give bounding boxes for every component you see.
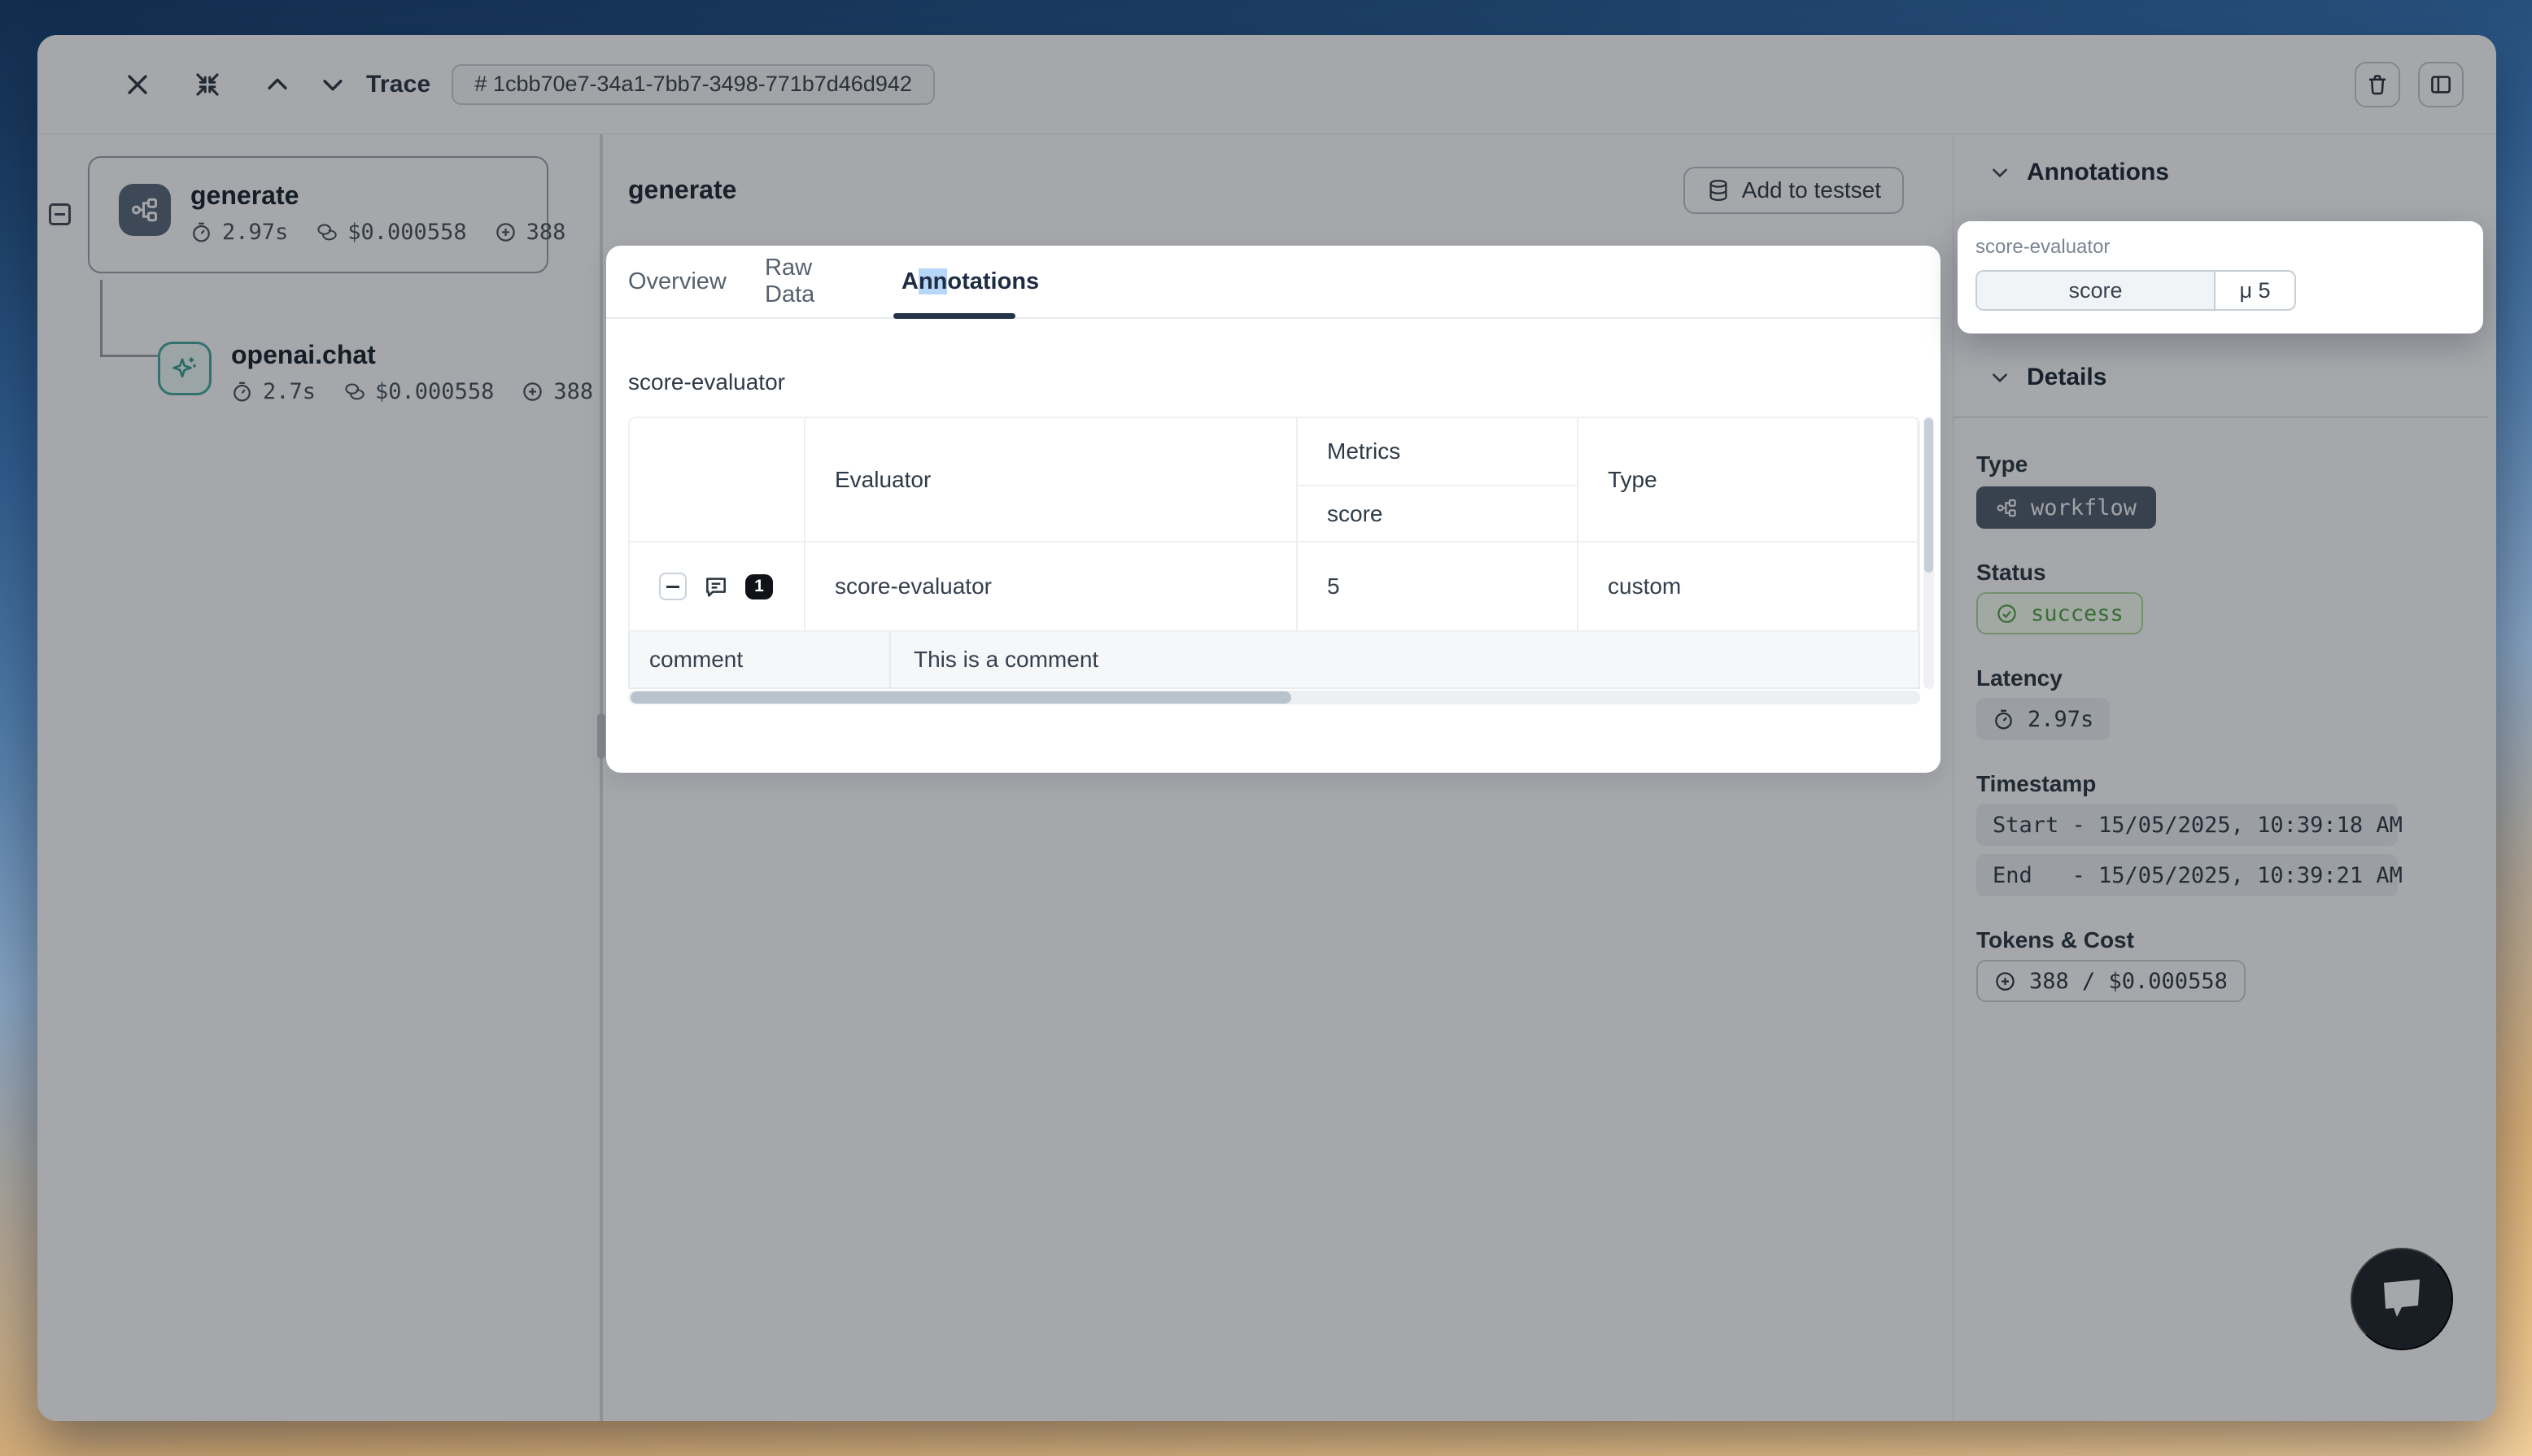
chevron-down-icon [1989,162,2010,183]
node-title: generate [190,181,299,211]
trace-tree-sidebar: generate 2.97s $0.000558 388 openai.chat [37,134,600,1421]
annotation-popover: score-evaluator score μ 5 [1958,221,2483,333]
chat-support-button[interactable] [2351,1248,2453,1350]
active-tab-underline [893,313,1015,319]
comment-subrow: comment This is a comment [628,632,1920,689]
cell-type: custom [1578,543,1919,632]
tab-bar: Overview Raw Data Annotations [606,246,1940,319]
status-badge: success [1976,592,2143,634]
trace-title: Trace [366,71,430,98]
tokens-icon [495,221,517,243]
comment-key: comment [630,632,891,687]
toggle-side-panel-button[interactable] [2418,62,2464,107]
node-stats: 2.97s $0.000558 388 [190,220,565,245]
span-title: generate [628,175,736,205]
popover-evaluator-label: score-evaluator [1975,236,2465,259]
span-detail-main: generate Add to testset Overview Raw Dat… [603,134,1953,1421]
tab-annotations[interactable]: Annotations [901,268,998,295]
chevron-down-icon [319,71,347,98]
annotations-tab-panel: Overview Raw Data Annotations score-eval… [606,246,1940,773]
annotation-count-badge[interactable]: 1 [745,574,773,599]
timestamp-label: Timestamp [1976,771,2096,797]
tree-collapse-toggle[interactable] [49,203,71,225]
cell-score: 5 [1298,543,1578,632]
comment-icon[interactable] [703,573,729,599]
header-cell-metrics: Metrics [1298,418,1578,486]
tree-node-openai-chat[interactable]: openai.chat 2.7s $0.000558 388 [158,342,581,464]
tree-connector [100,355,160,357]
timer-icon [1993,708,2015,730]
node-title: openai.chat [231,340,376,370]
tab-raw-data[interactable]: Raw Data [765,255,861,308]
coins-icon [343,381,365,403]
next-trace-button[interactable] [311,63,355,107]
header-cell-evaluator: Evaluator [805,418,1298,543]
node-stats: 2.7s $0.000558 388 [231,379,593,404]
type-badge: workflow [1976,486,2156,529]
comment-value: This is a comment [891,632,1919,687]
tree-node-generate[interactable]: generate 2.97s $0.000558 388 [88,156,548,273]
annotations-section-header[interactable]: Annotations [1989,159,2169,186]
trash-icon [2365,72,2390,97]
scrollbar-thumb[interactable] [631,691,1291,704]
compress-icon [194,71,221,98]
header-cell-type: Type [1578,418,1919,543]
type-label: Type [1976,451,2028,477]
tokens-icon [522,381,544,403]
tokens-cost-badge: 388 / $0.000558 [1976,960,2246,1002]
section-divider [1954,416,2487,418]
prev-trace-button[interactable] [255,63,299,107]
evaluator-heading: score-evaluator [628,369,785,395]
horizontal-scrollbar[interactable] [628,691,1920,704]
collapse-drawer-button[interactable] [186,63,229,107]
metric-name-segment[interactable]: score [1977,272,2216,309]
text-selection: nn [919,268,947,294]
close-drawer-button[interactable] [116,63,159,107]
annotations-table: Evaluator Metrics score Type 1 score-eva… [628,416,1920,632]
tokens-icon [1994,970,2016,992]
cell-evaluator: score-evaluator [805,543,1298,632]
tokens-cost-label: Tokens & Cost [1976,927,2134,953]
timer-icon [190,221,212,243]
latency-badge: 2.97s [1976,698,2110,740]
chevron-up-icon [264,71,291,98]
close-icon [124,71,151,98]
status-label: Status [1976,560,2046,586]
scrollbar-thumb[interactable] [1924,418,1933,573]
panel-layout-icon [2429,72,2453,97]
timestamp-start-badge: Start - 15/05/2025, 10:39:18 AM [1976,804,2398,846]
chevron-down-icon [1989,367,2010,388]
delete-trace-button[interactable] [2355,62,2400,107]
metric-segmented-control: score μ 5 [1975,270,2296,311]
add-to-testset-button[interactable]: Add to testset [1683,167,1904,214]
tab-overview[interactable]: Overview [628,268,724,295]
coins-icon [316,221,338,243]
vertical-scrollbar[interactable] [1923,416,1934,689]
header-cell-empty [630,418,805,543]
header-cell-metric-name: score [1298,486,1578,543]
trace-id-chip: # 1cbb70e7-34a1-7bb7-3498-771b7d46d942 [452,64,934,105]
collapse-row-button[interactable] [659,573,687,600]
workflow-icon [1996,497,2018,519]
metric-aggregate-segment[interactable]: μ 5 [2216,272,2294,309]
timer-icon [231,381,253,403]
workflow-icon [119,184,171,236]
trace-topbar: Trace # 1cbb70e7-34a1-7bb7-3498-771b7d46… [37,35,2496,134]
latency-label: Latency [1976,665,2063,691]
chat-bubble-icon [2373,1270,2431,1328]
tree-connector [100,280,103,356]
database-icon [1706,178,1731,203]
check-circle-icon [1996,603,2018,625]
details-section-header[interactable]: Details [1989,364,2106,391]
timestamp-end-badge: End - 15/05/2025, 10:39:21 AM [1976,854,2398,896]
sparkles-icon [158,342,212,395]
table-row-actions: 1 [630,543,805,632]
